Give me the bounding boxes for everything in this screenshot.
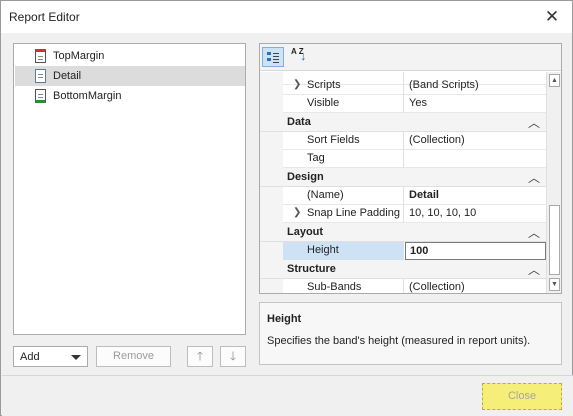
category-layout[interactable]: Layout ︿ [260, 223, 546, 242]
sort-arrow: ↓ [300, 48, 307, 63]
category-name: Design [287, 171, 324, 183]
property-row-tag[interactable]: Tag [260, 150, 546, 168]
bottom-margin-band-icon [35, 89, 46, 103]
property-name: Height [283, 242, 404, 260]
property-grid: A Z ↓ Scripts ❯ (Band Scripts) Visible Y… [259, 43, 562, 294]
scroll-up-icon[interactable]: ▲ [549, 74, 560, 87]
property-grid-toolbar: A Z ↓ [260, 44, 561, 71]
scroll-thumb[interactable] [549, 205, 560, 275]
row-gutter [260, 187, 283, 205]
property-description-panel: Height Specifies the band's height (meas… [259, 302, 562, 365]
property-row-sort-fields[interactable]: Sort Fields (Collection) [260, 132, 546, 150]
category-name: Layout [287, 226, 324, 238]
close-button[interactable]: Close [482, 383, 562, 410]
band-list[interactable]: TopMargin Detail BottomMargin [13, 43, 246, 335]
band-item-topmargin[interactable]: TopMargin [15, 46, 245, 66]
property-name: (Name) [283, 187, 404, 205]
property-name: Sub-Bands [283, 279, 404, 293]
move-up-button[interactable]: 🡑 [187, 346, 213, 367]
detail-band-icon [35, 69, 46, 83]
band-item-bottommargin[interactable]: BottomMargin [15, 86, 245, 106]
band-label: TopMargin [53, 50, 105, 62]
property-row-visible[interactable]: Visible Yes [260, 95, 546, 113]
band-label: Detail [53, 70, 82, 82]
property-name: Visible [283, 95, 404, 113]
row-gutter [260, 95, 283, 113]
property-value[interactable]: (Collection) [405, 132, 546, 150]
sort-alphabetical-icon[interactable]: A Z ↓ [288, 47, 310, 67]
property-grid-scrollbar[interactable]: ▲ ▼ [546, 72, 561, 293]
close-icon[interactable]: ✕ [541, 6, 563, 28]
property-row-height[interactable]: Height 100 [260, 242, 546, 260]
category-design[interactable]: Design ︿ [260, 168, 546, 187]
height-value-input[interactable]: 100 [405, 242, 546, 260]
add-band-dropdown[interactable]: Add [13, 346, 88, 367]
top-margin-band-icon [35, 49, 46, 63]
move-down-button[interactable]: 🡓 [220, 346, 246, 367]
row-gutter [260, 150, 283, 168]
property-name: Sort Fields [283, 132, 404, 150]
chevron-down-icon [71, 355, 81, 360]
collapse-icon[interactable]: ︿ [528, 169, 540, 186]
collapse-icon[interactable]: ︿ [528, 224, 540, 241]
property-rows: Scripts ❯ (Band Scripts) Visible Yes Dat… [260, 72, 546, 293]
row-gutter [260, 132, 283, 150]
category-structure[interactable]: Structure ︿ [260, 260, 546, 279]
property-value[interactable]: Detail [405, 187, 546, 205]
row-gutter [260, 205, 283, 223]
property-value[interactable]: 10, 10, 10, 10 [405, 205, 546, 223]
report-editor-window: Report Editor ✕ TopMargin Detail BottomM… [0, 0, 573, 416]
band-item-detail[interactable]: Detail [15, 66, 245, 86]
window-title: Report Editor [9, 10, 80, 24]
row-gutter [260, 77, 283, 95]
band-label: BottomMargin [53, 90, 122, 102]
description-title: Height [267, 313, 302, 325]
property-row-scripts[interactable]: Scripts ❯ (Band Scripts) [260, 77, 546, 95]
remove-button[interactable]: Remove [96, 346, 171, 367]
property-value[interactable]: (Band Scripts) [405, 77, 546, 95]
description-text: Specifies the band's height (measured in… [267, 335, 531, 347]
property-value[interactable]: Yes [405, 95, 546, 113]
expand-icon[interactable]: ❯ [293, 207, 301, 218]
row-gutter [260, 279, 283, 293]
expand-icon[interactable]: ❯ [293, 79, 301, 90]
title-bar: Report Editor ✕ [1, 1, 572, 33]
property-row-sub-bands[interactable]: Sub-Bands (Collection) [260, 279, 546, 293]
property-value[interactable] [405, 150, 546, 168]
category-name: Data [287, 116, 311, 128]
categorized-icon[interactable] [262, 47, 284, 67]
category-name: Structure [287, 263, 336, 275]
row-gutter [260, 242, 283, 260]
collapse-icon[interactable]: ︿ [528, 114, 540, 131]
property-row-name[interactable]: (Name) Detail [260, 187, 546, 205]
property-row-snap-line-padding[interactable]: Snap Line Padding ❯ 10, 10, 10, 10 [260, 205, 546, 223]
collapse-icon[interactable]: ︿ [528, 261, 540, 278]
property-name: Tag [283, 150, 404, 168]
category-data[interactable]: Data ︿ [260, 113, 546, 132]
add-label: Add [20, 351, 40, 363]
property-value[interactable]: (Collection) [405, 279, 546, 293]
scroll-down-icon[interactable]: ▼ [549, 278, 560, 291]
